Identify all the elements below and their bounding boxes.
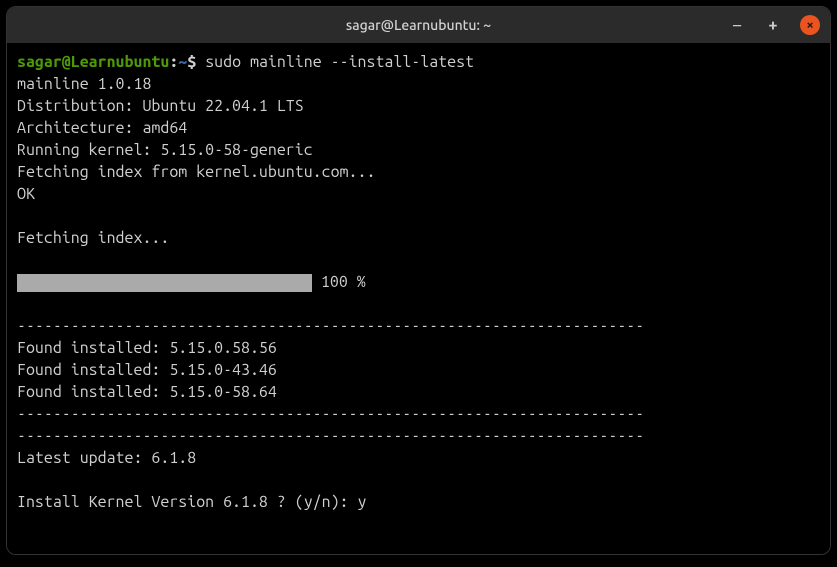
output-line: Found installed: 5.15.0-58.64	[17, 381, 820, 403]
output-line: Found installed: 5.15.0.58.56	[17, 337, 820, 359]
output-blank	[17, 249, 820, 271]
terminal-window: sagar@Learnubuntu: ~ − + × sagar@Learnub…	[6, 6, 831, 555]
output-line: Install Kernel Version 6.1.8 ? (y/n): y	[17, 491, 820, 513]
output-line: Fetching index from kernel.ubuntu.com...	[17, 161, 820, 183]
output-line: OK	[17, 183, 820, 205]
output-line: Found installed: 5.15.0-43.46	[17, 359, 820, 381]
window-controls: − + ×	[728, 15, 820, 35]
maximize-button[interactable]: +	[764, 16, 782, 34]
prompt-user-host: sagar@Learnubuntu	[17, 53, 169, 71]
progress-percent: 100 %	[312, 273, 366, 291]
progress-line: 100 %	[17, 271, 820, 293]
output-line: Fetching index...	[17, 227, 820, 249]
progress-bar	[17, 274, 312, 292]
separator-line: ----------------------------------------…	[17, 425, 820, 447]
prompt-line: sagar@Learnubuntu:~$ sudo mainline --ins…	[17, 51, 820, 73]
window-title: sagar@Learnubuntu: ~	[346, 17, 491, 33]
output-blank	[17, 293, 820, 315]
output-line: Distribution: Ubuntu 22.04.1 LTS	[17, 95, 820, 117]
close-button[interactable]: ×	[800, 15, 820, 35]
output-line: Running kernel: 5.15.0-58-generic	[17, 139, 820, 161]
titlebar: sagar@Learnubuntu: ~ − + ×	[7, 7, 830, 43]
output-line: Latest update: 6.1.8	[17, 447, 820, 469]
command-text: sudo mainline --install-latest	[205, 53, 474, 71]
separator-line: ----------------------------------------…	[17, 403, 820, 425]
separator-line: ----------------------------------------…	[17, 315, 820, 337]
terminal-body[interactable]: sagar@Learnubuntu:~$ sudo mainline --ins…	[7, 43, 830, 554]
prompt-symbol: $	[187, 53, 196, 71]
output-blank	[17, 469, 820, 491]
output-line: mainline 1.0.18	[17, 73, 820, 95]
prompt-separator: :	[169, 53, 178, 71]
output-line: Architecture: amd64	[17, 117, 820, 139]
minimize-button[interactable]: −	[728, 16, 746, 34]
output-blank	[17, 205, 820, 227]
prompt-path: ~	[178, 53, 187, 71]
